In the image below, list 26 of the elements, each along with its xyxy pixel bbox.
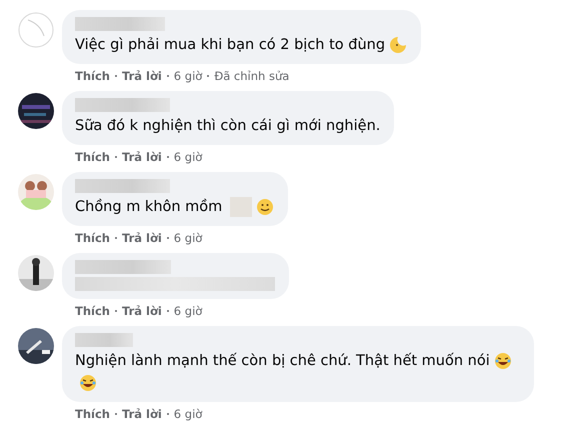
laughing-face-icon [494,352,512,370]
like-link[interactable]: Thích [75,407,110,421]
comment-time: 6 giờ [174,407,202,421]
like-link[interactable]: Thích [75,304,110,318]
blurred-patch [230,197,252,218]
comment-text: Sữa đó k nghiện thì còn cái gì mới nghiện. [75,118,380,134]
laughing-face-icon [79,374,97,392]
comment-time: 6 giờ [174,304,202,318]
smile-icon [256,198,274,216]
blurred-name [75,333,133,347]
reply-link[interactable]: Trả lời [122,150,162,164]
like-link[interactable]: Thích [75,231,110,245]
reply-link[interactable]: Trả lời [122,304,162,318]
comment-time: 6 giờ [174,150,202,164]
reply-link[interactable]: Trả lời [122,69,162,83]
comment-text: Nghiện lành mạnh thế còn bị chê chứ. Thật hết muốn nói [75,353,490,369]
like-link[interactable]: Thích [75,150,110,164]
edited-label: Đã chỉnh sửa [214,69,290,83]
comment-time: 6 giờ [174,231,202,245]
comment-time: 6 giờ [174,69,202,83]
comment-text: Chồng m khôn mồm [75,199,222,215]
moon-face-icon [389,36,408,54]
like-link[interactable]: Thích [75,69,110,83]
reply-link[interactable]: Trả lời [122,231,162,245]
comment-text: Việc gì phải mua khi bạn có 2 bịch to đùng [75,37,386,53]
reply-link[interactable]: Trả lời [122,407,162,421]
